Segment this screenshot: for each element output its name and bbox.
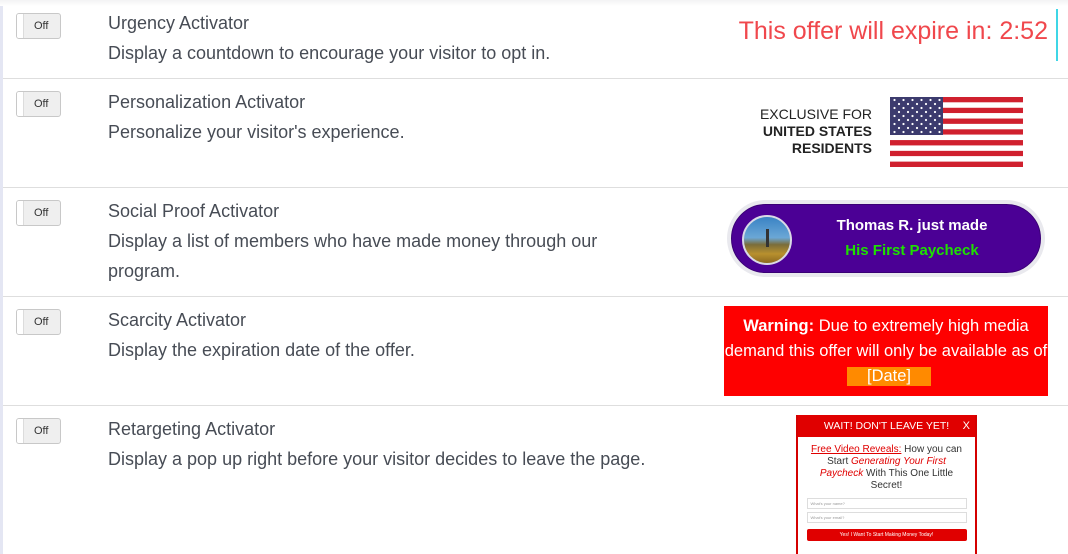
toggle-knob xyxy=(17,14,24,38)
social-proof-achievement: His First Paycheck xyxy=(845,242,979,259)
close-icon[interactable]: X xyxy=(963,415,970,437)
activator-title: Social Proof Activator xyxy=(108,201,280,221)
toggle-label: Off xyxy=(34,207,49,219)
activator-description: Display the expiration date of the offer… xyxy=(108,340,415,360)
social-proof-toggle[interactable]: Off xyxy=(16,200,61,226)
popup-submit-button[interactable]: Yes! I Want To Start Making Money Today! xyxy=(806,529,967,541)
activator-description: Display a list of members who have made … xyxy=(108,231,598,281)
text-cursor xyxy=(1056,9,1058,61)
social-proof-name: Thomas R. just made xyxy=(836,217,988,234)
activator-row-urgency: Off Urgency Activator Display a countdow… xyxy=(3,0,1068,79)
toggle-knob xyxy=(17,310,24,334)
toggle-knob xyxy=(17,92,24,116)
exclusive-line1: EXCLUSIVE FOR xyxy=(759,106,872,122)
exclusive-line3: RESIDENTS xyxy=(791,140,872,156)
popup-header: WAIT! DON'T LEAVE YET! X xyxy=(798,415,975,437)
social-proof-pill: Thomas R. just made His First Paycheck xyxy=(731,204,1041,273)
personalization-toggle[interactable]: Off xyxy=(16,91,61,117)
activator-description: Personalize your visitor's experience. xyxy=(108,122,405,142)
popup-name-input[interactable]: What's your name? xyxy=(806,498,967,509)
activator-title: Retargeting Activator xyxy=(108,419,276,439)
activator-title: Personalization Activator xyxy=(108,92,306,112)
toggle-label: Off xyxy=(34,98,49,110)
countdown-preview: This offer will expire in: 2:52 xyxy=(738,17,1048,45)
avatar xyxy=(742,215,792,265)
popup-body: Free Video Reveals: How you can Start Ge… xyxy=(798,437,975,492)
toggle-label: Off xyxy=(34,425,49,437)
activator-description: Display a countdown to encourage your vi… xyxy=(108,43,551,63)
popup-text: With This One Little Secret! xyxy=(863,468,954,491)
popup-email-input[interactable]: What's your email? xyxy=(806,512,967,523)
popup-link[interactable]: Free Video Reveals: xyxy=(811,444,901,455)
activator-title: Scarcity Activator xyxy=(108,310,247,330)
toggle-label: Off xyxy=(34,20,49,32)
exclusive-line2: UNITED STATES xyxy=(762,123,872,139)
scarcity-toggle[interactable]: Off xyxy=(16,309,61,335)
exclusive-text: EXCLUSIVE FOR UNITED STATES RESIDENTS xyxy=(742,106,872,157)
social-proof-preview: Thomas R. just made His First Paycheck xyxy=(727,200,1045,277)
popup-header-text: WAIT! DON'T LEAVE YET! xyxy=(823,420,950,432)
us-flag-icon xyxy=(890,97,1023,167)
activator-description: Display a pop up right before your visit… xyxy=(108,449,646,469)
activator-title: Urgency Activator xyxy=(108,13,250,33)
toggle-knob xyxy=(17,419,24,443)
retargeting-toggle[interactable]: Off xyxy=(16,418,61,444)
toggle-knob xyxy=(17,201,24,225)
urgency-toggle[interactable]: Off xyxy=(16,13,61,39)
date-placeholder: [Date] xyxy=(847,367,931,386)
warning-label: Warning: xyxy=(743,317,815,335)
exit-popup-preview: WAIT! DON'T LEAVE YET! X Free Video Reve… xyxy=(796,415,977,554)
toggle-label: Off xyxy=(34,316,49,328)
scarcity-preview: Warning: Due to extremely high media dem… xyxy=(724,306,1048,396)
